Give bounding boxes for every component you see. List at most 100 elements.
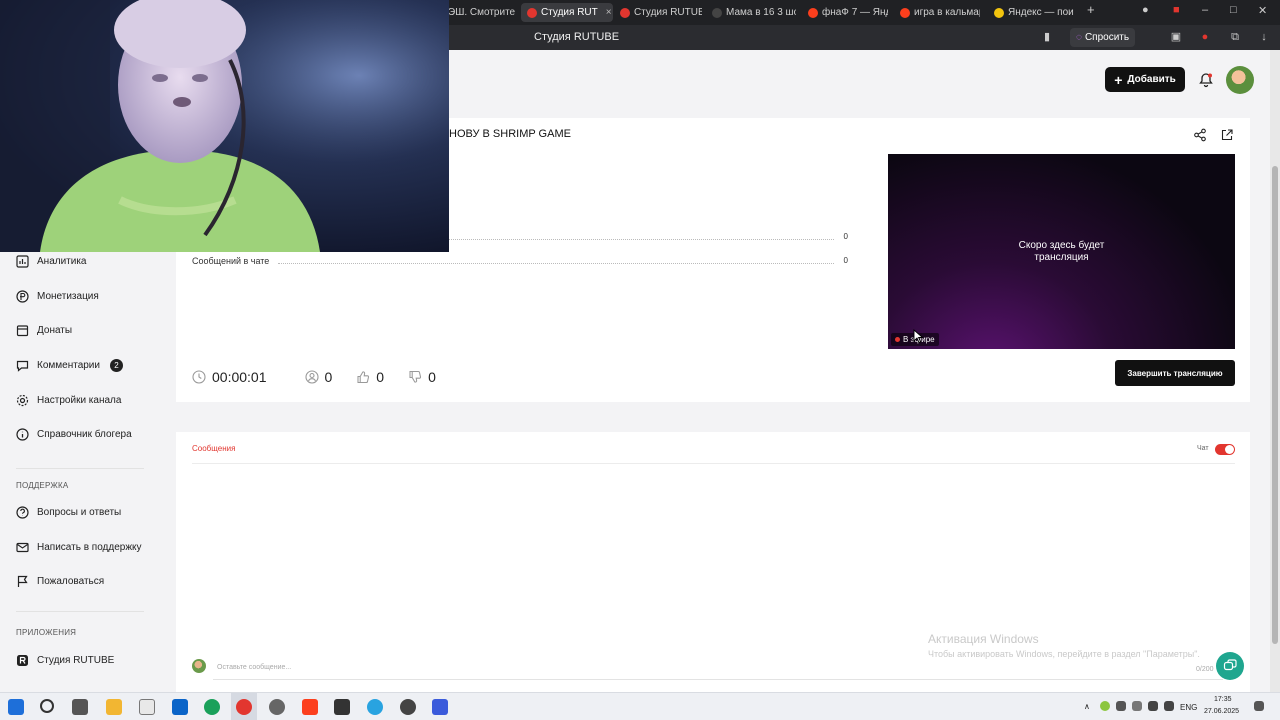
- yandex-icon[interactable]: [302, 699, 318, 715]
- stream-player-preview[interactable]: Скоро здесь будет трансляция В эфире: [888, 154, 1235, 349]
- plus-icon: +: [1114, 71, 1123, 88]
- chat-message-input[interactable]: Оставьте сообщение...: [213, 660, 1223, 680]
- collections-icon[interactable]: ⧉: [1229, 31, 1241, 43]
- sidebar-item-report[interactable]: Пожаловаться: [16, 571, 104, 591]
- tab-messages[interactable]: Сообщения: [192, 444, 235, 453]
- network-icon[interactable]: [1148, 701, 1158, 711]
- tray-app-icon[interactable]: [1116, 701, 1126, 711]
- volume-icon[interactable]: [1164, 701, 1174, 711]
- close-window-icon[interactable]: ✕: [1258, 4, 1267, 17]
- likes-metric: 0: [356, 369, 384, 385]
- sidebar-divider: [16, 611, 144, 612]
- search-icon[interactable]: [40, 699, 54, 713]
- page-scrollbar[interactable]: [1270, 50, 1280, 692]
- sidebar-item-monetization[interactable]: Монетизация: [16, 286, 99, 306]
- notifications-icon[interactable]: [1254, 701, 1264, 711]
- support-chat-button[interactable]: [1216, 652, 1244, 680]
- sidebar-item-faq[interactable]: Вопросы и ответы: [16, 502, 121, 522]
- profile-icon[interactable]: ●: [1142, 4, 1149, 16]
- sidebar-item-write-support[interactable]: Написать в поддержку: [16, 537, 142, 557]
- windows-taskbar: ∧ ENG 17:35 27.06.2025: [0, 692, 1280, 720]
- app-icon[interactable]: [432, 699, 448, 715]
- scrollbar-thumb[interactable]: [1272, 166, 1278, 644]
- share-icon[interactable]: [1193, 128, 1207, 142]
- file-explorer-icon[interactable]: [106, 699, 122, 715]
- task-view-icon[interactable]: [72, 699, 88, 715]
- clock-date[interactable]: 27.06.2025: [1204, 708, 1239, 715]
- sidebar-item-label: Студия RUTUBE: [37, 654, 115, 666]
- sidebar-item-label: Написать в поддержку: [37, 541, 142, 553]
- extension-icon[interactable]: ■: [1173, 4, 1180, 16]
- tray-app-icon[interactable]: [1132, 701, 1142, 711]
- sidebar-item-donations[interactable]: Донаты: [16, 320, 72, 340]
- browser-tab[interactable]: Мама в 16 3 шо: [712, 3, 796, 22]
- windows-activation-watermark: Активация Windows Чтобы активировать Win…: [928, 632, 1200, 659]
- minimize-window-icon[interactable]: –: [1202, 4, 1208, 16]
- language-indicator[interactable]: ENG: [1180, 703, 1197, 712]
- chat-bubbles-icon: [1223, 659, 1237, 671]
- user-avatar[interactable]: [1226, 66, 1254, 94]
- browser-tab[interactable]: ЭШ. Смотрите: [448, 3, 520, 22]
- settings-gear-icon[interactable]: [269, 699, 285, 715]
- viewers-icon: [304, 370, 319, 384]
- sidebar-item-comments[interactable]: Комментарии 2: [16, 355, 123, 375]
- obs-icon[interactable]: [400, 699, 416, 715]
- sidebar-item-rutube-studio-app[interactable]: Студия RUTUBE: [16, 650, 114, 670]
- browser-tab[interactable]: Яндекс — поис: [994, 3, 1074, 22]
- add-button[interactable]: + Добавить: [1105, 67, 1185, 92]
- webcam-overlay: [0, 0, 449, 252]
- tab-label: Яндекс — поис: [1008, 7, 1074, 18]
- sidebar-item-blogger-guide[interactable]: Справочник блогера: [16, 424, 132, 444]
- ask-icon: ◌: [1076, 32, 1082, 43]
- sidebar-item-channel-settings[interactable]: Настройки канала: [16, 390, 121, 410]
- browser-tab-active[interactable]: Студия RUT ×: [521, 3, 613, 22]
- tray-chevron-icon[interactable]: ∧: [1084, 702, 1090, 711]
- player-text-line2: трансляция: [1034, 252, 1089, 263]
- maximize-window-icon[interactable]: □: [1230, 4, 1237, 16]
- ask-button[interactable]: ◌ Спросить: [1070, 28, 1136, 47]
- open-external-icon[interactable]: [1220, 128, 1234, 142]
- telegram-icon[interactable]: [367, 699, 383, 715]
- sidebar-item-analytics[interactable]: Аналитика: [16, 251, 87, 271]
- tabs-divider: [192, 463, 1235, 464]
- sidebar-item-label: Пожаловаться: [37, 575, 105, 587]
- stat-dotted-leader: [278, 263, 834, 264]
- support-heading: ПОДДЕРЖКА: [16, 481, 69, 490]
- end-stream-button[interactable]: Завершить трансляцию: [1115, 360, 1235, 386]
- likes-value: 0: [376, 369, 385, 385]
- yandex-browser-icon[interactable]: [236, 699, 252, 715]
- sidebar-item-label: Настройки канала: [37, 394, 122, 406]
- clock-icon: [192, 370, 206, 384]
- rutube-studio-icon: [620, 7, 630, 18]
- close-tab-icon[interactable]: ×: [606, 7, 612, 18]
- edge-browser-icon[interactable]: [204, 699, 220, 715]
- thumbs-up-icon: [357, 371, 370, 384]
- bookmark-icon[interactable]: ▮: [1041, 31, 1053, 43]
- page-title: Студия RUTUBE: [534, 31, 620, 43]
- chat-toggle-label: Чат: [1197, 445, 1209, 452]
- browser-tab[interactable]: Студия RUTUB: [620, 3, 702, 22]
- settings-icon: [16, 394, 29, 407]
- player-text-line1: Скоро здесь будет: [1018, 240, 1105, 251]
- stream-metrics: 00:00:01 0 0 0: [192, 367, 460, 387]
- monetization-icon: [16, 289, 29, 303]
- yandex-browser-icon: [994, 7, 1004, 18]
- download-icon[interactable]: ↓: [1258, 31, 1270, 43]
- chat-toggle[interactable]: [1215, 444, 1235, 455]
- notifications-bell-icon[interactable]: [1198, 72, 1214, 88]
- extension-icon[interactable]: ▣: [1170, 31, 1182, 43]
- recording-icon[interactable]: ●: [1199, 31, 1211, 43]
- new-tab-icon[interactable]: +: [1087, 2, 1095, 17]
- sidebar-divider: [16, 468, 144, 469]
- apps-heading: ПРИЛОЖЕНИЯ: [16, 628, 77, 637]
- capcut-icon[interactable]: [334, 699, 350, 715]
- tray-app-icon[interactable]: [1100, 701, 1110, 711]
- thumbs-down-icon: [409, 370, 422, 383]
- windows-start-icon[interactable]: [8, 699, 24, 715]
- browser-tab[interactable]: игра в кальмар: [900, 3, 980, 22]
- outlook-icon[interactable]: [172, 699, 188, 715]
- clock-time[interactable]: 17:35: [1214, 696, 1232, 703]
- flag-icon: [16, 575, 29, 588]
- calculator-icon[interactable]: [139, 699, 155, 715]
- browser-tab[interactable]: фнаФ 7 — Янде: [808, 3, 888, 22]
